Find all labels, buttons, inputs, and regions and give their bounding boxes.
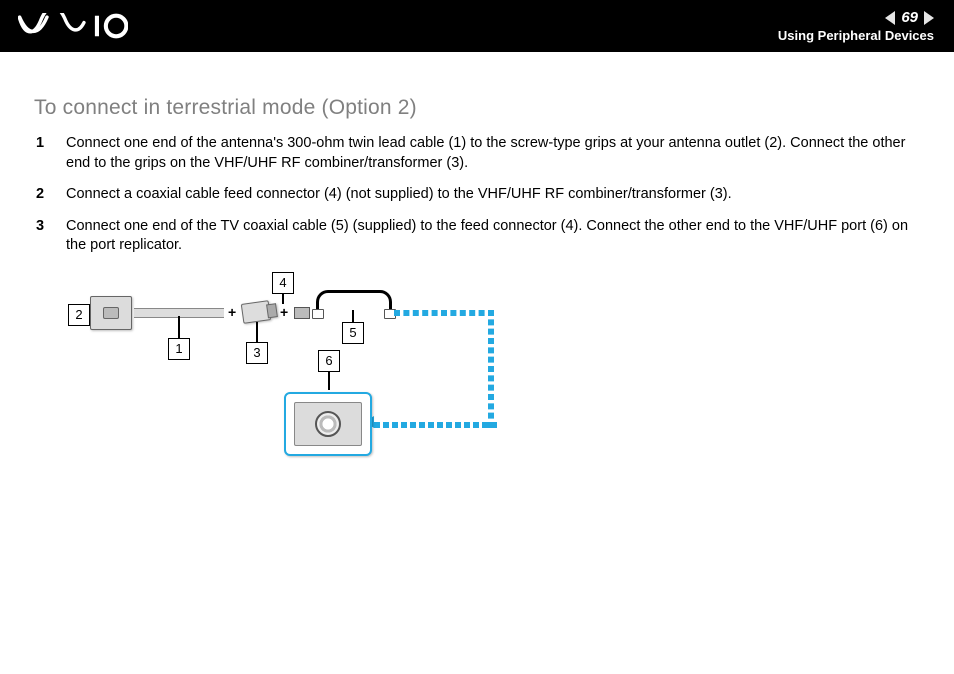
callout-2: 2 bbox=[68, 304, 90, 326]
feed-connector-icon bbox=[294, 307, 310, 319]
page-nav: 69 bbox=[885, 9, 934, 26]
page-heading: To connect in terrestrial mode (Option 2… bbox=[34, 96, 920, 120]
nav-prev-icon[interactable] bbox=[885, 11, 895, 25]
connection-diagram: 2 1 + 3 + 4 5 6 bbox=[68, 280, 498, 470]
plus-icon: + bbox=[228, 304, 236, 320]
step-text: Connect one end of the antenna's 300-ohm… bbox=[66, 135, 905, 171]
cable-route bbox=[394, 310, 494, 316]
coax-cable-icon bbox=[316, 290, 392, 313]
antenna-outlet-icon bbox=[90, 296, 132, 330]
step-item: Connect one end of the TV coaxial cable … bbox=[62, 217, 920, 256]
step-text: Connect one end of the TV coaxial cable … bbox=[66, 218, 908, 254]
vaio-logo bbox=[18, 13, 128, 39]
callout-5: 5 bbox=[342, 322, 364, 344]
step-text: Connect a coaxial cable feed connector (… bbox=[66, 186, 732, 202]
header-bar: 69 Using Peripheral Devices bbox=[0, 0, 954, 52]
page-number: 69 bbox=[901, 9, 918, 26]
callout-4: 4 bbox=[272, 272, 294, 294]
callout-6: 6 bbox=[318, 350, 340, 372]
step-item: Connect one end of the antenna's 300-ohm… bbox=[62, 134, 920, 173]
callout-lead bbox=[178, 316, 180, 338]
vhf-uhf-port-icon bbox=[284, 392, 372, 456]
nav-next-icon[interactable] bbox=[924, 11, 934, 25]
page-content: To connect in terrestrial mode (Option 2… bbox=[34, 96, 920, 268]
callout-lead bbox=[256, 322, 258, 342]
callout-1: 1 bbox=[168, 338, 190, 360]
section-title: Using Peripheral Devices bbox=[778, 28, 934, 43]
plus-icon: + bbox=[280, 304, 288, 320]
cable-route bbox=[374, 422, 497, 428]
steps-list: Connect one end of the antenna's 300-ohm… bbox=[34, 134, 920, 256]
header-right: 69 Using Peripheral Devices bbox=[778, 9, 934, 43]
combiner-transformer-icon bbox=[241, 300, 272, 324]
step-item: Connect a coaxial cable feed connector (… bbox=[62, 185, 920, 205]
cable-route bbox=[488, 310, 494, 428]
callout-lead bbox=[328, 370, 330, 390]
callout-lead bbox=[352, 310, 354, 322]
callout-3: 3 bbox=[246, 342, 268, 364]
